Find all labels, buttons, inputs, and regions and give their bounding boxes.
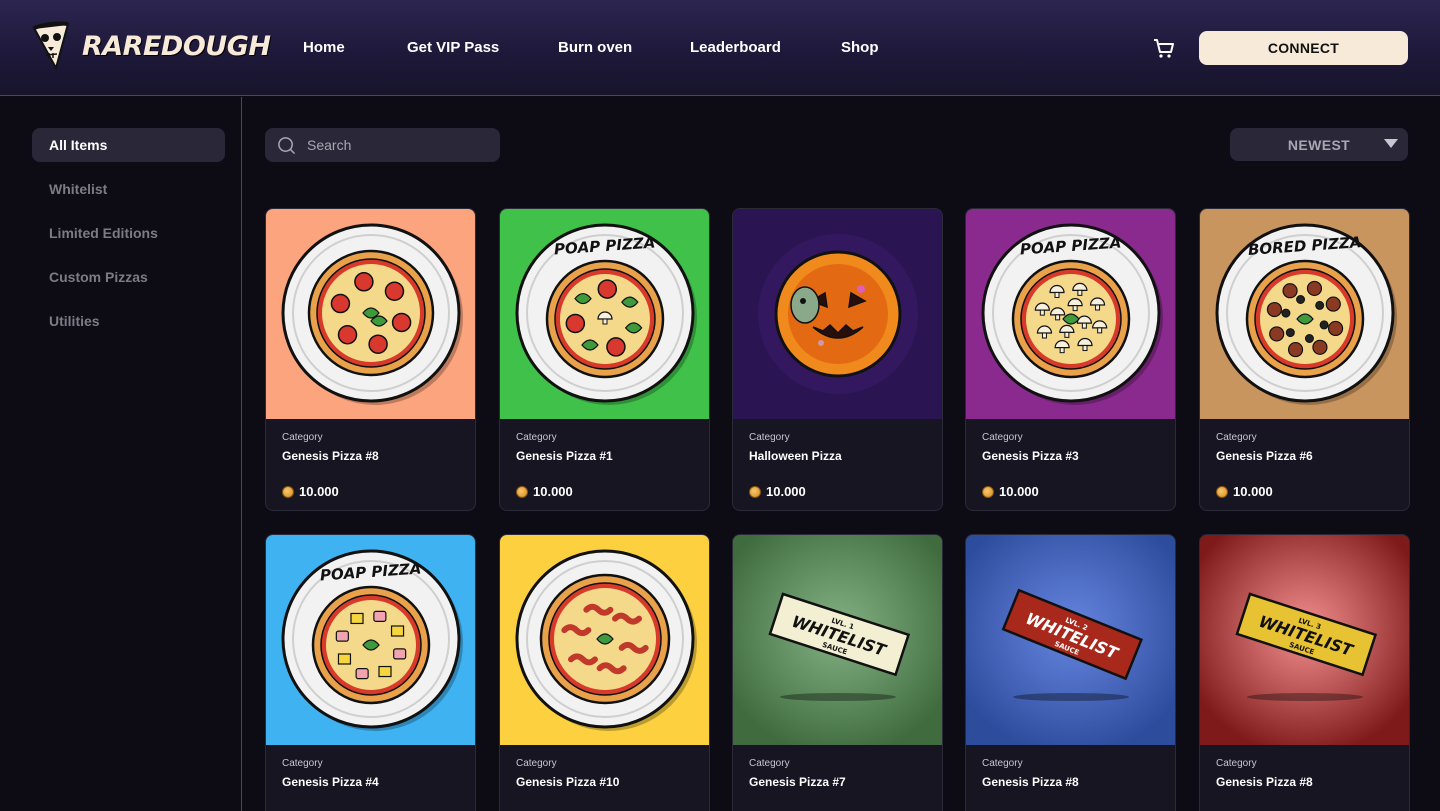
product-title: Genesis Pizza #6 [1216,449,1313,463]
price-value: 10.000 [299,484,339,499]
product-card[interactable]: BORED PIZZA Category Genesis Pizza #6 10… [1199,208,1410,511]
product-category: Category [282,432,323,443]
product-title: Genesis Pizza #1 [516,449,613,463]
product-category: Category [749,432,790,443]
sidebar-item-all-items[interactable]: All Items [32,128,225,162]
pizza-illustration: POAP PIZZA [500,209,709,419]
product-image: LVL. 2 WHITELIST SAUCE [966,535,1175,745]
product-price: 10.000 [282,484,339,499]
product-price: 10.000 [516,484,573,499]
product-image: POAP PIZZA [966,209,1175,419]
product-card[interactable]: POAP PIZZA Category Genesis Pizza #4 10.… [265,534,476,811]
product-card[interactable]: LVL. 1 WHITELIST SAUCE Category Genesis … [732,534,943,811]
product-card[interactable]: Category Genesis Pizza #8 10.000 [265,208,476,511]
top-header: RAREDOUGH Home Get VIP Pass Burn oven Le… [0,0,1440,96]
sort-label: NEWEST [1287,137,1351,153]
product-card[interactable]: Category Halloween Pizza 10.000 [732,208,943,511]
sidebar-item-custom-pizzas[interactable]: Custom Pizzas [32,260,225,294]
product-category: Category [1216,432,1257,443]
product-title: Genesis Pizza #10 [516,775,620,789]
product-card[interactable]: POAP PIZZA Category Genesis Pizza #1 10.… [499,208,710,511]
search-icon [278,137,295,154]
price-value: 10.000 [1233,484,1273,499]
sidebar-item-utilities[interactable]: Utilities [32,304,225,338]
pizza-illustration: POAP PIZZA [966,209,1175,419]
pizza-illustration: LVL. 3 WHITELIST SAUCE [1200,535,1409,745]
pizza-illustration [266,209,475,419]
nav-burn-oven[interactable]: Burn oven [558,39,632,56]
product-image [266,209,475,419]
product-card[interactable]: LVL. 3 WHITELIST SAUCE Category Genesis … [1199,534,1410,811]
product-title: Halloween Pizza [749,449,842,463]
product-image: LVL. 3 WHITELIST SAUCE [1200,535,1409,745]
product-title: Genesis Pizza #8 [982,775,1079,789]
product-category: Category [516,432,557,443]
product-image [733,209,942,419]
product-title: Genesis Pizza #3 [982,449,1079,463]
price-value: 10.000 [999,484,1039,499]
pizza-illustration: POAP PIZZA [266,535,475,745]
price-value: 10.000 [533,484,573,499]
sort-dropdown[interactable]: NEWEST [1230,128,1408,161]
product-title: Genesis Pizza #4 [282,775,379,789]
coin-icon [749,485,761,498]
pizza-illustration [733,209,942,419]
nav-get-vip-pass[interactable]: Get VIP Pass [407,39,499,56]
product-price: 10.000 [982,484,1039,499]
pizza-illustration: LVL. 2 WHITELIST SAUCE [966,535,1175,745]
product-category: Category [1216,758,1257,769]
pizza-illustration: BORED PIZZA [1200,209,1409,419]
product-category: Category [282,758,323,769]
product-category: Category [982,432,1023,443]
sidebar-item-limited-editions[interactable]: Limited Editions [32,216,225,250]
search-box [265,128,500,162]
nav-leaderboard[interactable]: Leaderboard [690,39,781,56]
brand-name: RAREDOUGH [82,30,271,62]
coin-icon [282,485,294,498]
product-image [500,535,709,745]
coin-icon [1216,485,1228,498]
cart-icon[interactable] [1152,36,1176,60]
product-card[interactable]: POAP PIZZA Category Genesis Pizza #3 10.… [965,208,1176,511]
product-card[interactable]: Category Genesis Pizza #10 10.000 [499,534,710,811]
product-title: Genesis Pizza #8 [282,449,379,463]
nav-home[interactable]: Home [303,39,345,56]
product-image: POAP PIZZA [266,535,475,745]
sidebar-item-whitelist[interactable]: Whitelist [32,172,225,206]
coin-icon [982,485,994,498]
price-value: 10.000 [766,484,806,499]
search-input[interactable] [307,128,492,162]
product-image: POAP PIZZA [500,209,709,419]
product-category: Category [982,758,1023,769]
pizza-illustration: LVL. 1 WHITELIST SAUCE [733,535,942,745]
product-price: 10.000 [1216,484,1273,499]
product-title: Genesis Pizza #7 [749,775,846,789]
connect-button[interactable]: CONNECT [1199,31,1408,65]
product-category: Category [749,758,790,769]
product-price: 10.000 [749,484,806,499]
product-title: Genesis Pizza #8 [1216,775,1313,789]
product-category: Category [516,758,557,769]
category-sidebar: All Items Whitelist Limited Editions Cus… [0,97,242,811]
chevron-down-icon [1384,139,1398,148]
brand-logo[interactable]: RAREDOUGH [30,20,271,72]
pizza-skull-icon [32,21,70,71]
product-card[interactable]: LVL. 2 WHITELIST SAUCE Category Genesis … [965,534,1176,811]
product-image: LVL. 1 WHITELIST SAUCE [733,535,942,745]
product-image: BORED PIZZA [1200,209,1409,419]
nav-shop[interactable]: Shop [841,39,879,56]
pizza-illustration [500,535,709,745]
coin-icon [516,485,528,498]
